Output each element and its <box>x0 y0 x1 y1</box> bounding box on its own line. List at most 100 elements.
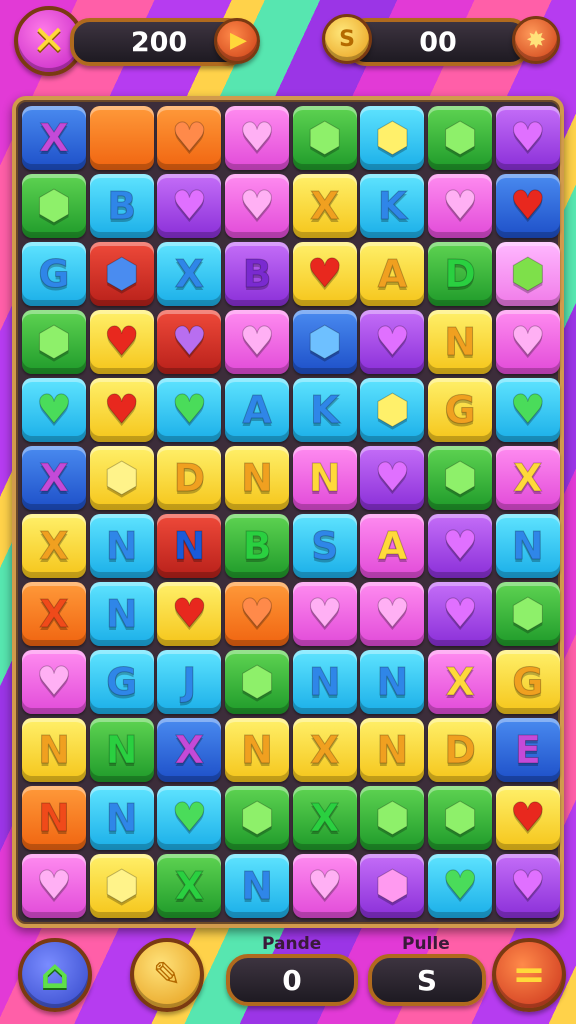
tile-gem[interactable]: ⬢ <box>225 650 290 714</box>
tile-heart[interactable]: ♥ <box>495 378 560 442</box>
tile-heart[interactable]: ♥ <box>225 582 290 646</box>
tile-letter[interactable]: X <box>22 446 86 510</box>
tile-letter[interactable]: N <box>292 446 357 510</box>
tile-gem[interactable]: ⬢ <box>360 786 425 850</box>
tile-heart[interactable]: ♥ <box>360 310 425 374</box>
tile-gem[interactable]: ⬢ <box>292 106 357 170</box>
tile-letter[interactable]: X <box>157 854 222 918</box>
tile-gem[interactable]: ⬢ <box>89 446 154 510</box>
tile-gem[interactable]: ⬢ <box>428 786 493 850</box>
tile-heart[interactable]: ♥ <box>495 310 560 374</box>
tile-letter[interactable]: N <box>157 514 222 578</box>
tile-letter[interactable]: N <box>428 310 493 374</box>
tile-letter[interactable]: N <box>225 718 290 782</box>
tile-empty[interactable] <box>89 106 154 170</box>
tile-heart[interactable]: ♥ <box>495 174 560 238</box>
tile-heart[interactable]: ♥ <box>428 514 493 578</box>
tile-gem[interactable]: ⬢ <box>360 854 425 918</box>
tile-heart[interactable]: ♥ <box>157 378 222 442</box>
tile-gem[interactable]: ⬢ <box>22 310 86 374</box>
tile-letter[interactable]: G <box>495 650 560 714</box>
tile-letter[interactable]: N <box>495 514 560 578</box>
tile-letter[interactable]: X <box>495 446 560 510</box>
tile-letter[interactable]: G <box>89 650 154 714</box>
tile-gem[interactable]: ⬢ <box>292 310 357 374</box>
tile-letter[interactable]: E <box>495 718 560 782</box>
tile-letter[interactable]: B <box>225 514 290 578</box>
tile-letter[interactable]: X <box>157 718 222 782</box>
tile-letter[interactable]: X <box>292 174 357 238</box>
tile-letter[interactable]: N <box>225 854 290 918</box>
tile-gem[interactable]: ⬢ <box>428 106 493 170</box>
tile-heart[interactable]: ♥ <box>495 106 560 170</box>
tile-gem[interactable]: ⬢ <box>22 174 86 238</box>
tile-heart[interactable]: ♥ <box>428 582 493 646</box>
menu-button[interactable]: = <box>492 938 566 1012</box>
tile-heart[interactable]: ♥ <box>292 242 357 306</box>
tile-gem[interactable]: ⬢ <box>89 242 154 306</box>
tile-gem[interactable]: ⬢ <box>360 378 425 442</box>
home-button[interactable]: ⌂ <box>18 938 92 1012</box>
tile-heart[interactable]: ♥ <box>157 786 222 850</box>
tile-heart[interactable]: ♥ <box>225 106 290 170</box>
tile-letter[interactable]: A <box>360 242 425 306</box>
tile-heart[interactable]: ♥ <box>89 310 154 374</box>
tile-gem[interactable]: ⬢ <box>89 854 154 918</box>
tile-letter[interactable]: N <box>89 514 154 578</box>
tile-gem[interactable]: ⬢ <box>495 582 560 646</box>
tile-letter[interactable]: X <box>157 242 222 306</box>
tile-letter[interactable]: K <box>292 378 357 442</box>
tile-gem[interactable]: ⬢ <box>428 446 493 510</box>
tile-letter[interactable]: N <box>360 718 425 782</box>
tile-heart[interactable]: ♥ <box>360 582 425 646</box>
tile-heart[interactable]: ♥ <box>292 582 357 646</box>
tile-letter[interactable]: K <box>360 174 425 238</box>
tile-letter[interactable]: N <box>89 786 154 850</box>
hammer-button[interactable]: ✎ <box>130 938 204 1012</box>
tile-letter[interactable]: A <box>225 378 290 442</box>
tile-heart[interactable]: ♥ <box>157 106 222 170</box>
tile-letter[interactable]: B <box>89 174 154 238</box>
tile-letter[interactable]: X <box>22 514 86 578</box>
tile-letter[interactable]: S <box>292 514 357 578</box>
tile-heart[interactable]: ♥ <box>428 174 493 238</box>
tile-heart[interactable]: ♥ <box>225 174 290 238</box>
tile-gem[interactable]: ⬢ <box>495 242 560 306</box>
tile-heart[interactable]: ♥ <box>22 650 86 714</box>
tile-letter[interactable]: B <box>225 242 290 306</box>
tile-letter[interactable]: X <box>22 106 86 170</box>
booster-button[interactable]: ✸ <box>512 16 560 64</box>
tile-heart[interactable]: ♥ <box>157 582 222 646</box>
tile-heart[interactable]: ♥ <box>428 854 493 918</box>
tile-heart[interactable]: ♥ <box>157 174 222 238</box>
tile-letter[interactable]: N <box>225 446 290 510</box>
tile-letter[interactable]: G <box>428 378 493 442</box>
tile-heart[interactable]: ♥ <box>89 378 154 442</box>
tile-letter[interactable]: N <box>360 650 425 714</box>
tile-letter[interactable]: J <box>157 650 222 714</box>
play-button[interactable]: ▶ <box>214 18 260 64</box>
tile-letter[interactable]: N <box>22 718 86 782</box>
tile-letter[interactable]: G <box>22 242 86 306</box>
tile-letter[interactable]: X <box>22 582 86 646</box>
tile-heart[interactable]: ♥ <box>22 854 86 918</box>
tile-heart[interactable]: ♥ <box>157 310 222 374</box>
tile-heart[interactable]: ♥ <box>292 854 357 918</box>
tile-letter[interactable]: D <box>428 242 493 306</box>
tile-letter[interactable]: N <box>89 718 154 782</box>
tile-heart[interactable]: ♥ <box>225 310 290 374</box>
tile-gem[interactable]: ⬢ <box>360 106 425 170</box>
tile-letter[interactable]: D <box>157 446 222 510</box>
tile-letter[interactable]: N <box>89 582 154 646</box>
tile-letter[interactable]: X <box>292 786 357 850</box>
tile-letter[interactable]: A <box>360 514 425 578</box>
tile-heart[interactable]: ♥ <box>360 446 425 510</box>
tile-letter[interactable]: N <box>22 786 86 850</box>
tile-letter[interactable]: N <box>292 650 357 714</box>
tile-heart[interactable]: ♥ <box>495 854 560 918</box>
tile-heart[interactable]: ♥ <box>495 786 560 850</box>
tile-letter[interactable]: X <box>428 650 493 714</box>
tile-letter[interactable]: X <box>292 718 357 782</box>
tile-letter[interactable]: D <box>428 718 493 782</box>
tile-heart[interactable]: ♥ <box>22 378 86 442</box>
